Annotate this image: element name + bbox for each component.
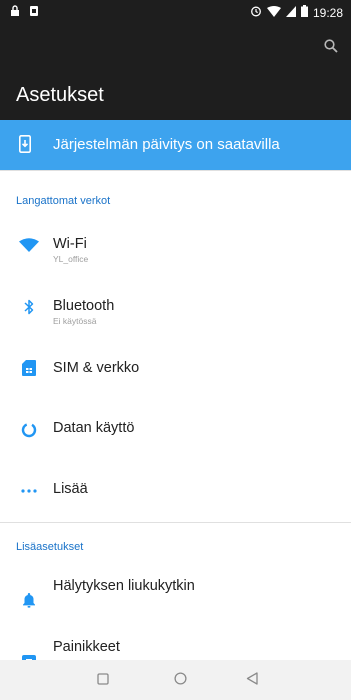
recent-apps-button[interactable] [94,672,112,690]
battery-icon [300,4,308,22]
bluetooth-icon [19,297,39,317]
section-header-additional: Lisäasetukset [16,541,84,553]
status-bar: 19:28 [0,0,351,24]
divider [0,170,351,171]
sim-card-icon [19,358,39,378]
buttons-label: Painikkeet [53,639,120,655]
sim-notification-icon [29,4,39,22]
bluetooth-subtitle: Ei käytössä [53,316,97,326]
settings-item-data-usage[interactable]: Datan käyttö [0,399,351,461]
more-label: Lisää [53,481,88,497]
status-time: 19:28 [312,6,343,20]
data-usage-label: Datan käyttö [53,420,135,436]
section-header-wireless: Langattomat verkot [16,195,111,207]
page-title: Asetukset [16,84,104,106]
settings-item-sim[interactable]: SIM & verkko [0,337,351,399]
search-icon [324,38,338,58]
cell-signal-icon [285,4,296,22]
divider [0,522,351,523]
alarm-bell-icon [19,590,39,610]
wifi-icon [19,235,39,255]
square-icon [97,672,109,690]
wifi-label: Wi-Fi [53,236,87,252]
data-usage-icon [19,420,39,440]
app-bar: Asetukset [0,24,351,120]
settings-item-bluetooth[interactable]: Bluetooth Ei käytössä [0,275,351,337]
bluetooth-label: Bluetooth [53,298,115,314]
system-update-banner[interactable]: Järjestelmän päivitys on saatavilla [0,120,351,170]
settings-item-wifi[interactable]: Wi-Fi YL_office [0,213,351,275]
triangle-back-icon [246,672,258,690]
search-button[interactable] [319,36,343,60]
alarm-icon [250,4,262,22]
wifi-signal-icon [266,4,281,22]
alarm-slider-label: Hälytyksen liukukytkin [53,578,195,594]
back-button[interactable] [243,672,261,690]
navigation-bar [0,660,351,700]
circle-icon [173,672,187,690]
settings-item-alarm-slider[interactable]: Hälytyksen liukukytkin [0,565,351,627]
system-update-icon [19,135,31,158]
wifi-subtitle: YL_office [53,254,89,264]
settings-item-more[interactable]: Lisää [0,461,351,523]
lock-notification-icon [10,4,20,22]
sim-label: SIM & verkko [53,360,140,376]
more-horiz-icon [19,481,39,501]
home-button[interactable] [171,672,189,690]
system-update-label: Järjestelmän päivitys on saatavilla [53,136,280,153]
